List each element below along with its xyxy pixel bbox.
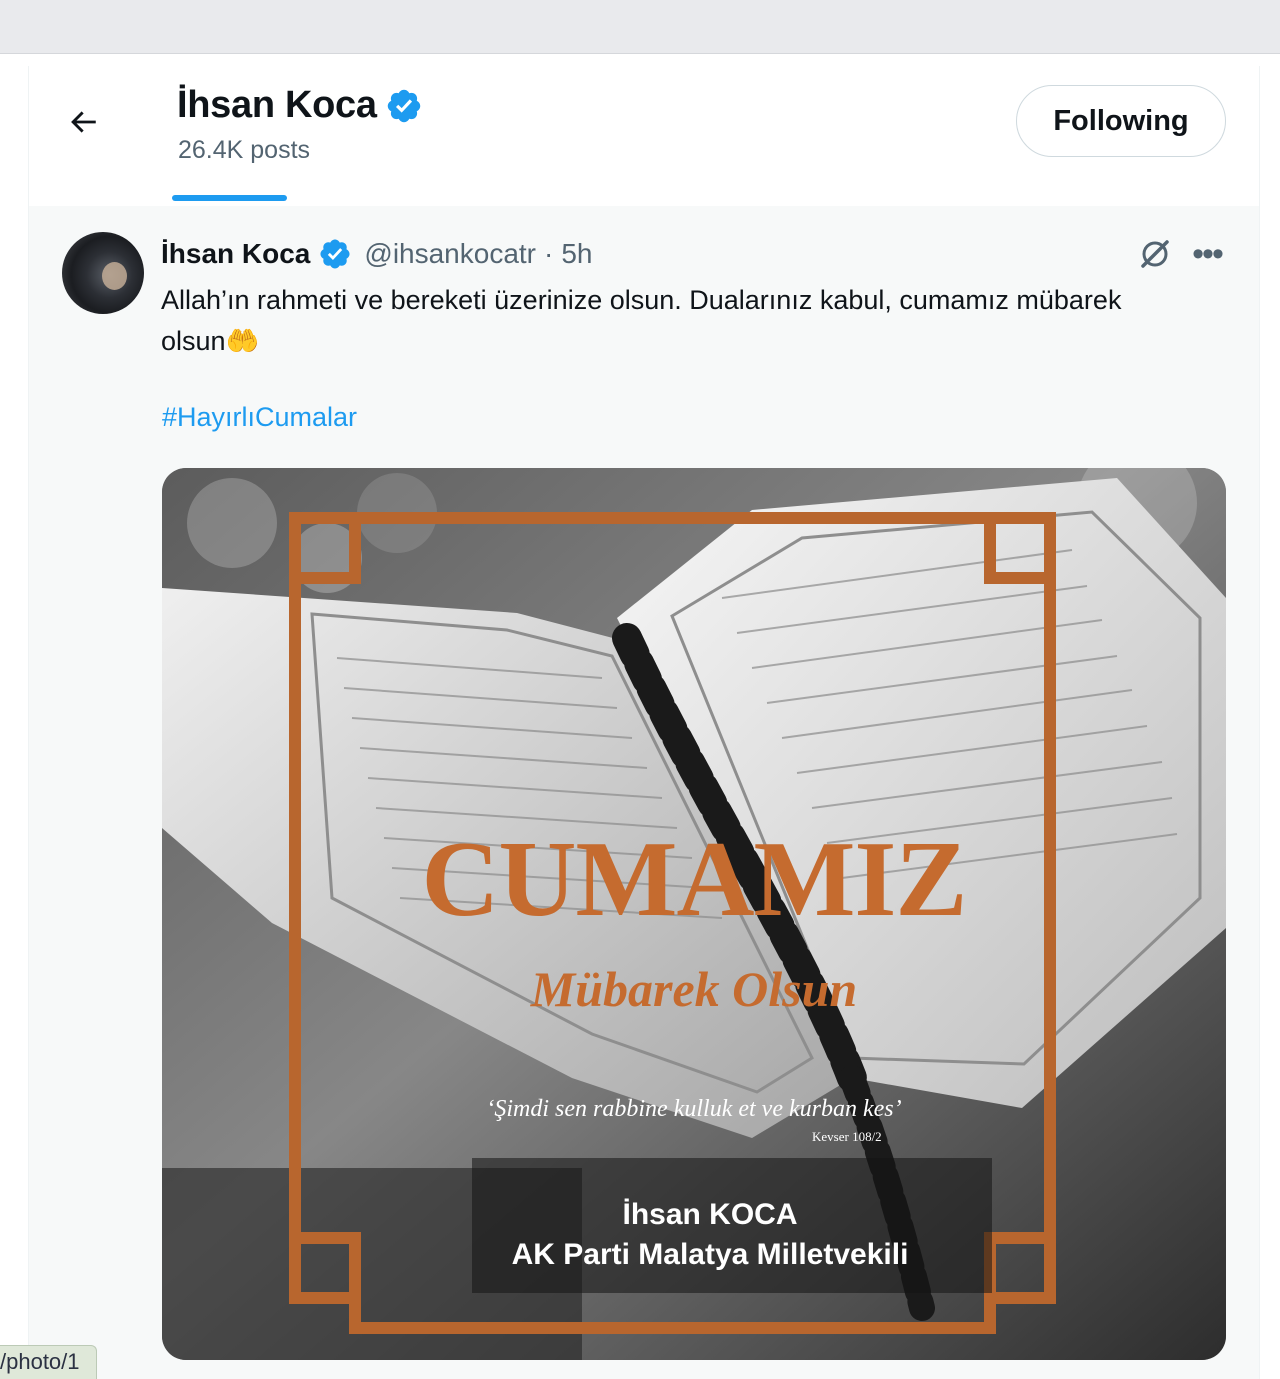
image-signature-name: İhsan KOCA bbox=[622, 1198, 798, 1231]
verified-badge-icon bbox=[320, 239, 350, 269]
avatar[interactable] bbox=[62, 232, 144, 314]
tweet[interactable]: İhsan Koca @ihsankocatr · 5h ••• Allah’ı… bbox=[29, 206, 1259, 1379]
image-headline: CUMAMIZ bbox=[421, 820, 968, 939]
image-quote-source: Kevser 108/2 bbox=[812, 1129, 882, 1144]
image-quote: ‘Şimdi sen rabbine kulluk et ve kurban k… bbox=[486, 1096, 902, 1122]
profile-header: İhsan Koca 26.4K posts Following bbox=[29, 66, 1259, 206]
more-button[interactable]: ••• bbox=[1187, 234, 1227, 274]
image-signature-title: AK Parti Malatya Milletvekili bbox=[511, 1238, 909, 1271]
profile-name: İhsan Koca bbox=[177, 84, 377, 126]
arrow-left-icon bbox=[71, 111, 96, 133]
tweet-author-name[interactable]: İhsan Koca bbox=[161, 238, 310, 270]
active-tab-indicator bbox=[172, 195, 287, 201]
image-subheadline: Mübarek Olsun bbox=[530, 961, 858, 1017]
grok-icon bbox=[1141, 240, 1169, 268]
tweet-time[interactable]: 5h bbox=[561, 238, 592, 270]
tweet-text: Allah’ın rahmeti ve bereketi üzerinize o… bbox=[161, 285, 1122, 356]
hashtag-link[interactable]: #HayırlıCumalar bbox=[162, 402, 357, 433]
tweet-header: İhsan Koca @ihsankocatr · 5h bbox=[161, 234, 592, 274]
tweet-separator: · bbox=[544, 238, 554, 269]
profile-column: İhsan Koca 26.4K posts Following İhsan K… bbox=[28, 66, 1260, 1379]
tweet-handle[interactable]: @ihsankocatr bbox=[364, 238, 536, 270]
grok-button[interactable] bbox=[1135, 234, 1175, 274]
tweet-image[interactable]: CUMAMIZ Mübarek Olsun ‘Şimdi sen rabbine… bbox=[162, 468, 1226, 1360]
profile-title: İhsan Koca bbox=[177, 84, 423, 127]
status-bar-url: /photo/1 bbox=[0, 1345, 97, 1379]
verified-badge-icon bbox=[387, 89, 420, 122]
posts-count: 26.4K posts bbox=[178, 136, 311, 164]
following-button[interactable]: Following bbox=[1016, 85, 1226, 157]
more-icon: ••• bbox=[1192, 234, 1224, 273]
back-button[interactable] bbox=[63, 102, 103, 142]
browser-top-bar bbox=[0, 0, 1280, 54]
